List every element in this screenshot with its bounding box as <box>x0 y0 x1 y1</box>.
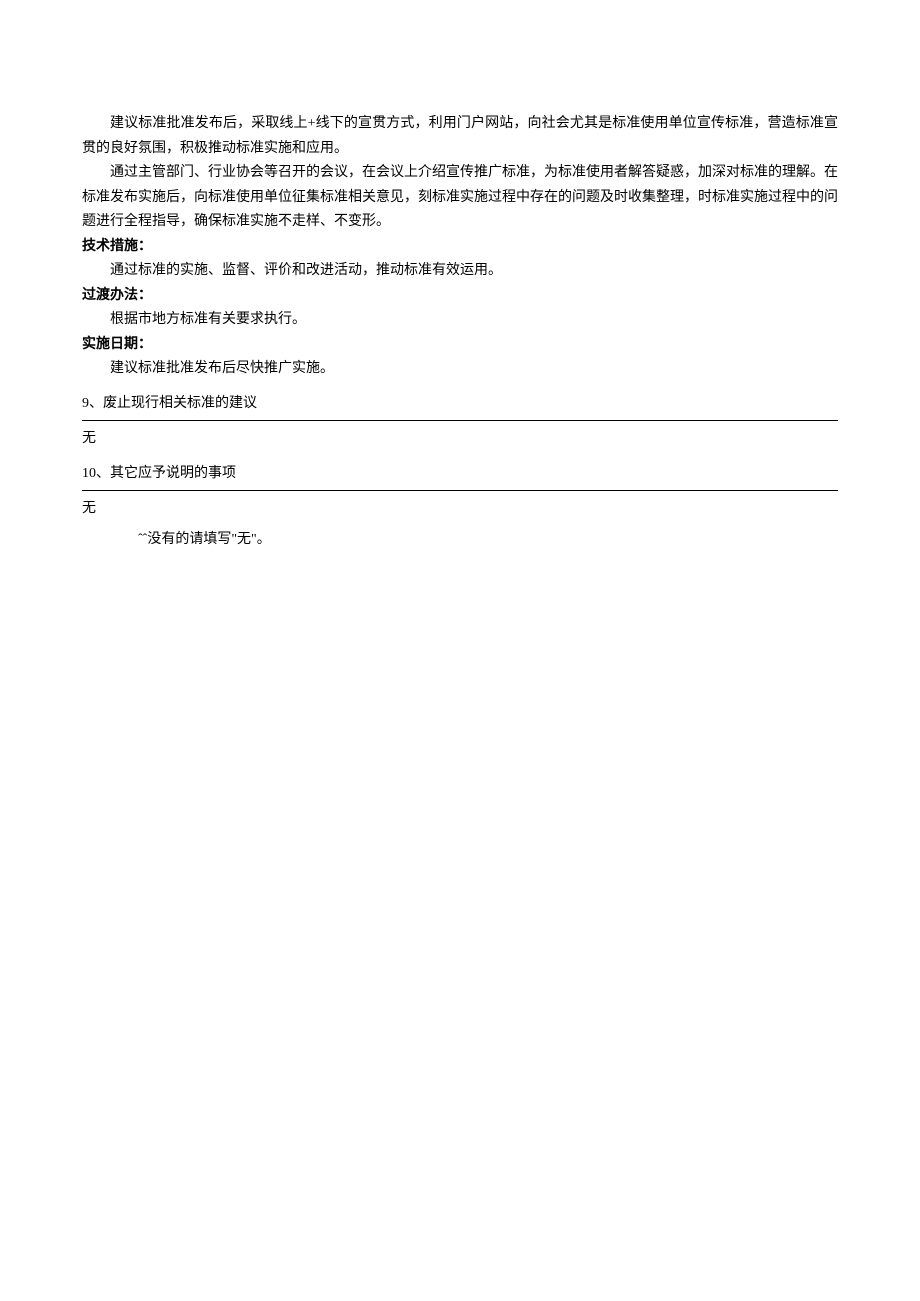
paragraph-promo-1: 建议标准批准发布后，采取线上+线下的宣贯方式，利用门户网站，向社会尤其是标准使用… <box>82 112 838 161</box>
paragraph-promo-2: 通过主管部门、行业协会等召开的会议，在会议上介绍宣传推广标准，为标准使用者解答疑… <box>82 161 838 235</box>
footnote: ˆˆ没有的请填写"无"。 <box>138 528 838 553</box>
label-transition: 过渡办法： <box>82 284 838 309</box>
label-impl-date: 实施日期： <box>82 333 838 358</box>
paragraph-tech-measures: 通过标准的实施、监督、评价和改进活动，推动标准有效运用。 <box>82 259 838 284</box>
divider-section-10 <box>82 490 838 491</box>
divider-section-9 <box>82 420 838 421</box>
paragraph-transition: 根据市地方标准有关要求执行。 <box>82 308 838 333</box>
heading-section-10: 10、其它应予说明的事项 <box>82 462 838 487</box>
paragraph-impl-date: 建议标准批准发布后尽快推广实施。 <box>82 357 838 382</box>
document-body: 建议标准批准发布后，采取线上+线下的宣贯方式，利用门户网站，向社会尤其是标准使用… <box>82 112 838 552</box>
heading-section-9: 9、废止现行相关标准的建议 <box>82 392 838 417</box>
content-section-9: 无 <box>82 427 838 452</box>
content-section-10: 无 <box>82 497 838 522</box>
label-tech-measures: 技术措施： <box>82 235 838 260</box>
